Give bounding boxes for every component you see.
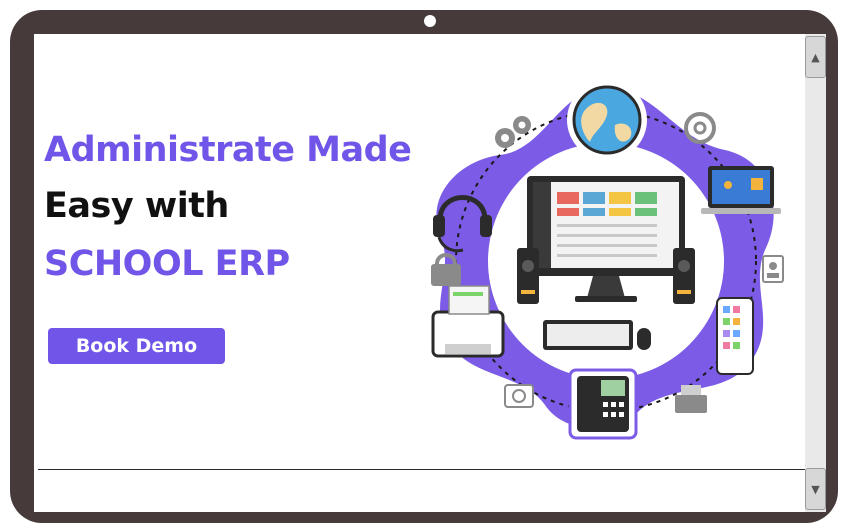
camera-dot — [424, 15, 436, 27]
id-badge-icon — [762, 255, 784, 283]
erp-illustration — [431, 80, 784, 440]
mouse-icon — [637, 328, 651, 350]
keyboard-icon — [543, 320, 633, 350]
device-frame: Administrate Made Easy with SCHOOL ERP B… — [0, 0, 843, 530]
smartphone-icon — [716, 297, 754, 375]
webcam-icon — [504, 384, 534, 408]
gears-icon — [495, 116, 531, 148]
headline-line-1: Administrate Made — [44, 130, 412, 170]
scroll-up-button[interactable]: ▲ — [805, 36, 826, 78]
book-demo-button[interactable]: Book Demo — [48, 328, 225, 364]
scroll-down-button[interactable]: ▼ — [805, 468, 826, 510]
headline-line-2: Easy with — [44, 186, 229, 226]
scrollbar[interactable] — [805, 34, 826, 512]
headline-line-3: SCHOOL ERP — [44, 244, 290, 284]
chevron-down-icon: ▼ — [811, 482, 820, 496]
globe-icon — [567, 80, 647, 160]
desk-phone-icon — [568, 368, 638, 440]
laptop-icon — [701, 166, 781, 214]
chevron-up-icon: ▲ — [811, 50, 820, 64]
divider-line — [38, 469, 824, 470]
at-sign-icon — [684, 112, 716, 144]
